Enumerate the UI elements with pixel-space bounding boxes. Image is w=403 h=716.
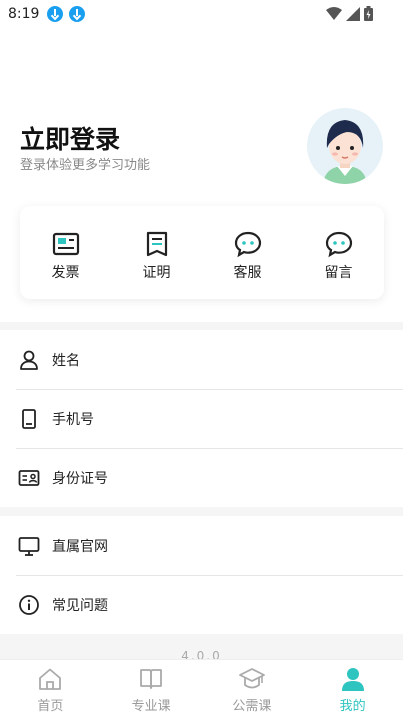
quick-actions-card: 发票 证明 客服 留言	[20, 206, 384, 299]
quick-action-invoice[interactable]: 发票	[20, 206, 111, 299]
login-subtitle: 登录体验更多学习功能	[20, 158, 151, 173]
tab-label: 公需课	[232, 699, 272, 714]
list-item-label: 常见问题	[52, 597, 108, 614]
list-item-label: 姓名	[52, 352, 80, 369]
status-time: 8:19	[8, 6, 40, 22]
avatar[interactable]	[307, 108, 383, 184]
home-icon	[39, 668, 62, 690]
quick-action-label: 客服	[233, 265, 262, 281]
phone-icon	[22, 408, 36, 429]
bottom-tab-bar: 首页 专业课 公需课 我的	[0, 659, 403, 716]
tab-label: 我的	[339, 699, 366, 714]
login-title[interactable]: 立即登录	[20, 120, 120, 156]
list-item-label: 身份证号	[52, 470, 108, 487]
user-icon	[341, 668, 364, 691]
avatar-illustration-icon	[323, 120, 367, 184]
info-icon	[19, 594, 39, 615]
list-item-faq[interactable]: 常见问题	[0, 575, 403, 634]
help-info-list: 直属官网 常见问题	[0, 516, 403, 634]
status-bar: 8:19	[0, 0, 403, 28]
list-item-name[interactable]: 姓名	[0, 330, 403, 389]
chat-icon	[234, 231, 261, 258]
invoice-icon	[52, 232, 79, 256]
status-indicators	[326, 6, 373, 21]
list-item-id-card[interactable]: 身份证号	[0, 448, 403, 507]
monitor-icon	[18, 536, 40, 556]
tab-label: 首页	[37, 699, 64, 714]
profile-info-list: 姓名 手机号 身份证号	[0, 330, 403, 507]
tab-professional-course[interactable]: 专业课	[101, 660, 202, 716]
quick-action-message[interactable]: 留言	[293, 206, 384, 299]
download-icon	[69, 6, 86, 22]
tab-home[interactable]: 首页	[0, 660, 101, 716]
quick-action-label: 留言	[324, 265, 353, 281]
quick-action-certificate[interactable]: 证明	[111, 206, 202, 299]
person-icon	[20, 350, 38, 370]
list-item-label: 手机号	[52, 411, 94, 428]
book-icon	[140, 669, 163, 689]
quick-action-customer-service[interactable]: 客服	[202, 206, 293, 299]
download-icon	[47, 6, 64, 22]
quick-action-label: 证明	[142, 265, 171, 281]
list-item-phone[interactable]: 手机号	[0, 389, 403, 448]
list-item-official-site[interactable]: 直属官网	[0, 516, 403, 575]
graduation-cap-icon	[238, 668, 265, 689]
tab-label: 专业课	[131, 699, 171, 714]
quick-action-label: 发票	[51, 265, 80, 281]
battery-icon	[364, 6, 373, 21]
signal-icon	[346, 6, 360, 21]
id-card-icon	[18, 469, 40, 486]
certificate-icon	[146, 231, 167, 257]
tab-public-course[interactable]: 公需课	[202, 660, 303, 716]
wifi-icon	[326, 6, 342, 20]
list-item-label: 直属官网	[52, 538, 108, 555]
tab-mine[interactable]: 我的	[302, 660, 403, 716]
message-icon	[325, 231, 352, 258]
